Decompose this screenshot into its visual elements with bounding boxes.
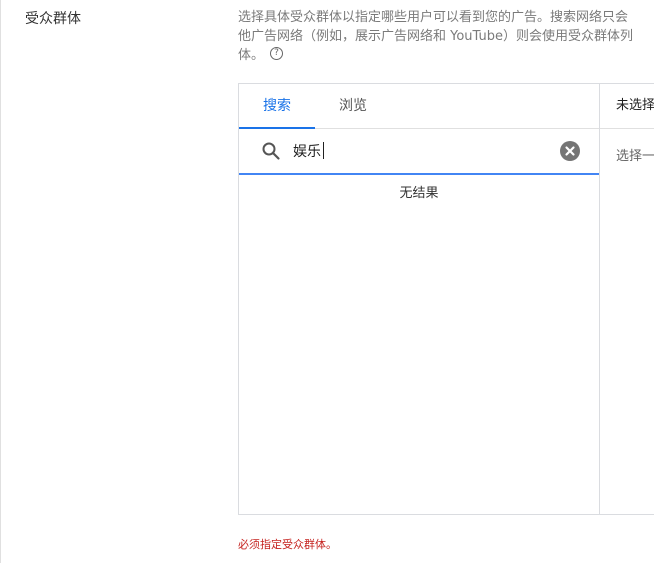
validation-error: 必须指定受众群体。 [238, 538, 337, 551]
search-icon [262, 142, 280, 160]
description-line-1: 选择具体受众群体以指定哪些用户可以看到您的广告。搜索网络只会 [238, 10, 629, 25]
help-icon[interactable]: ? [270, 47, 284, 60]
tab-bar: 搜索 浏览 [239, 84, 599, 129]
clear-icon[interactable] [560, 141, 580, 161]
search-input[interactable] [293, 140, 543, 162]
audience-description: 选择具体受众群体以指定哪些用户可以看到您的广告。搜索网络只会 他广告网络（例如，… [238, 8, 654, 65]
section-label: 受众群体 [25, 11, 81, 27]
text-cursor [323, 142, 324, 159]
search-bar [239, 129, 599, 175]
tab-browse[interactable]: 浏览 [315, 84, 391, 128]
no-results-message: 无结果 [399, 186, 439, 201]
search-browse-pane: 搜索 浏览 无结果 [239, 84, 600, 514]
left-divider [0, 0, 1, 563]
description-line-2: 他广告网络（例如，展示广告网络和 YouTube）则会使用受众群体列 [238, 29, 633, 44]
selected-header: 未选择 [600, 84, 654, 129]
selected-pane: 未选择 选择一 [600, 84, 654, 514]
tab-search[interactable]: 搜索 [239, 84, 315, 128]
selected-hint: 选择一 [616, 149, 654, 164]
audience-picker-panel: 搜索 浏览 无结果 未选择 选择一 [238, 83, 654, 515]
description-line-3-text: 体。 [238, 48, 265, 63]
description-line-3: 体。? [238, 46, 654, 65]
